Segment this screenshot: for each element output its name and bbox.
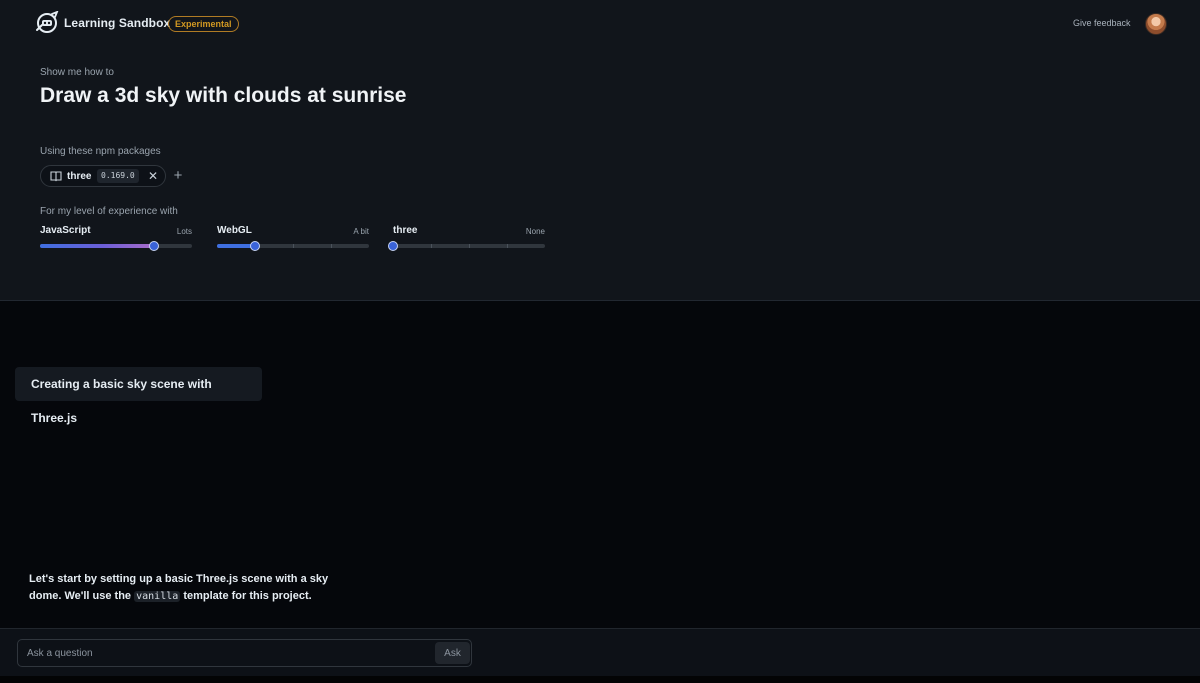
- experience-slider-three[interactable]: three None: [388, 225, 545, 255]
- experience-label: For my level of experience with: [40, 206, 178, 217]
- slider-thumb[interactable]: [149, 241, 159, 251]
- prompt-panel: Learning Sandbox Experimental Give feedb…: [0, 0, 1200, 301]
- plus-icon[interactable]: +: [171, 167, 185, 185]
- user-avatar[interactable]: [1145, 13, 1167, 35]
- message-text: template for this project.: [180, 590, 312, 602]
- slider-track[interactable]: [388, 241, 545, 251]
- ask-bar: Ask: [0, 628, 1200, 676]
- package-chip-three[interactable]: three 0.169.0 ✕: [40, 165, 166, 187]
- slider-label: JavaScript: [40, 225, 91, 236]
- app-header: Learning Sandbox Experimental Give feedb…: [0, 0, 1200, 46]
- slider-label: WebGL: [217, 225, 252, 236]
- assistant-message: Let's start by setting up a basic Three.…: [29, 571, 329, 605]
- template-code: vanilla: [134, 591, 181, 602]
- app-title: Learning Sandbox: [64, 16, 171, 30]
- slider-thumb[interactable]: [388, 241, 398, 251]
- package-name: three: [67, 171, 92, 182]
- slider-label: three: [393, 225, 418, 236]
- close-icon[interactable]: ✕: [146, 168, 160, 184]
- slider-tick: [507, 244, 508, 248]
- robot-logo-icon[interactable]: [34, 11, 60, 35]
- slider-tick: [331, 244, 332, 248]
- slider-tick: [293, 244, 294, 248]
- page-title: Draw a 3d sky with clouds at sunrise: [40, 84, 407, 107]
- packages-label: Using these npm packages: [40, 146, 161, 157]
- window-bottom-edge: [0, 676, 1200, 683]
- slider-track[interactable]: [40, 241, 192, 251]
- slider-tick: [469, 244, 470, 248]
- slider-thumb[interactable]: [250, 241, 260, 251]
- experience-slider-webgl[interactable]: WebGL A bit: [217, 225, 369, 255]
- slider-level: None: [525, 227, 545, 236]
- experience-slider-javascript[interactable]: JavaScript Lots: [40, 225, 192, 255]
- slider-track[interactable]: [217, 241, 369, 251]
- slider-level: Lots: [176, 227, 192, 236]
- slider-level: A bit: [353, 227, 369, 236]
- ask-button[interactable]: Ask: [435, 642, 470, 664]
- slider-fill: [40, 244, 154, 248]
- step-title: Creating a basic sky scene with Three.js: [15, 367, 262, 425]
- ask-question-input[interactable]: [17, 639, 472, 667]
- slider-tick: [431, 244, 432, 248]
- book-icon: [50, 171, 62, 182]
- learning-sandbox-app: Learning Sandbox Experimental Give feedb…: [0, 0, 1200, 683]
- prompt-lead: Show me how to: [40, 67, 114, 78]
- experimental-badge: Experimental: [168, 16, 239, 32]
- package-version: 0.169.0: [97, 169, 139, 183]
- give-feedback-link[interactable]: Give feedback: [1073, 18, 1131, 28]
